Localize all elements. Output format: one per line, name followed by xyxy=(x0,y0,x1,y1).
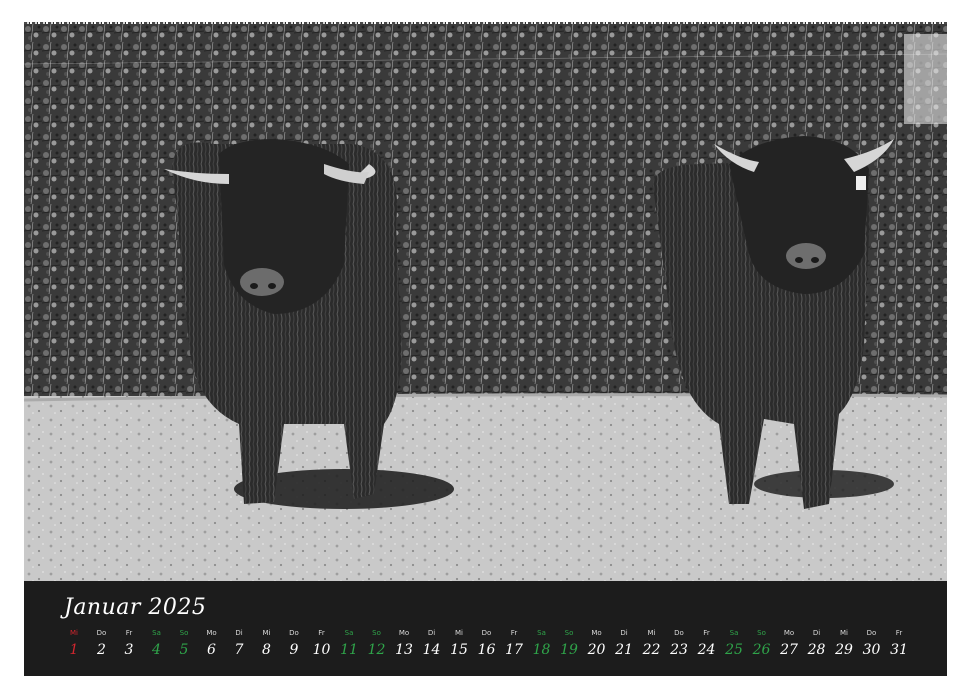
weekday-label: Di xyxy=(235,629,243,637)
weekday-label: Mi xyxy=(455,629,463,637)
day-number: 25 xyxy=(725,642,743,658)
day-cell: Di 14 xyxy=(418,628,446,659)
highland-cattle-photo xyxy=(24,24,947,581)
day-cell: Fr 24 xyxy=(693,628,721,659)
day-number: 18 xyxy=(532,642,551,658)
weekday-label: So xyxy=(372,629,381,637)
month-title: Januar 2025 xyxy=(64,595,207,620)
day-cell: Mi 15 xyxy=(445,628,473,659)
day-cell: So 12 xyxy=(363,628,391,659)
day-cell: Sa 4 xyxy=(143,628,171,659)
weekday-label: Do xyxy=(481,629,492,637)
day-number: 30 xyxy=(862,642,881,658)
day-number: 7 xyxy=(234,642,244,658)
calendar-photo xyxy=(24,24,947,581)
day-cell: So 19 xyxy=(555,628,583,659)
weekday-label: Mi xyxy=(840,629,848,637)
day-cell: Fr 17 xyxy=(500,628,528,659)
day-number: 12 xyxy=(367,642,386,658)
day-number: 27 xyxy=(780,642,798,658)
day-number: 31 xyxy=(890,642,908,658)
weekday-label: Mi xyxy=(647,629,656,637)
day-cell: Do 16 xyxy=(473,628,501,659)
weekday-label: Di xyxy=(812,629,821,637)
day-number: 26 xyxy=(752,642,771,658)
day-number: 15 xyxy=(450,642,468,658)
weekday-label: Do xyxy=(289,629,299,637)
day-number: 23 xyxy=(670,642,688,658)
weekday-label: Sa xyxy=(729,629,739,637)
weekday-label: Do xyxy=(96,629,107,637)
day-number: 19 xyxy=(560,642,578,658)
weekday-label: Mo xyxy=(783,629,795,637)
day-cell: Mo 13 xyxy=(390,628,418,659)
day-cell: Sa 25 xyxy=(720,628,748,659)
weekday-label: So xyxy=(564,629,574,637)
day-cell: Mi 22 xyxy=(638,628,666,659)
day-cell: Do 23 xyxy=(665,628,693,659)
day-cell: So 5 xyxy=(170,628,198,659)
day-number: 17 xyxy=(505,642,523,658)
day-cell: Fr 31 xyxy=(885,628,913,659)
day-cell: So 26 xyxy=(748,628,776,659)
weekday-label: Do xyxy=(674,629,684,637)
day-number: 4 xyxy=(152,642,161,658)
day-number: 1 xyxy=(69,642,79,658)
day-number: 5 xyxy=(179,642,189,658)
day-number: 2 xyxy=(97,642,106,658)
day-cell: Di 7 xyxy=(225,628,253,659)
day-number: 28 xyxy=(807,642,826,658)
day-cell: Do 2 xyxy=(88,628,116,659)
day-number: 3 xyxy=(124,642,134,658)
day-cell: Mo 27 xyxy=(775,628,803,659)
weekday-label: Fr xyxy=(703,629,710,637)
weekday-label: Mo xyxy=(206,629,217,637)
day-cell: Di 21 xyxy=(610,628,638,659)
day-number: 16 xyxy=(477,642,496,658)
weekday-label: Fr xyxy=(125,629,133,637)
day-cell: Sa 11 xyxy=(335,628,363,659)
day-number: 8 xyxy=(262,642,271,658)
day-number: 13 xyxy=(395,642,413,658)
day-number: 14 xyxy=(422,642,441,658)
weekday-label: Sa xyxy=(152,629,161,637)
day-number: 9 xyxy=(289,642,299,658)
day-row: Mi 1 Do 2 Fr 3 Sa 4 So 5 Mo 6 Di 7 Mi 8 Do 9 Fr 10 Sa 11 So 12 M… xyxy=(60,628,920,670)
day-number: 10 xyxy=(312,642,331,658)
day-cell: Di 28 xyxy=(803,628,831,659)
day-cell: Mi 8 xyxy=(253,628,281,659)
weekday-label: Do xyxy=(866,629,877,637)
weekday-label: Fr xyxy=(895,629,903,637)
day-number: 6 xyxy=(207,642,216,658)
weekday-label: Mo xyxy=(398,629,410,637)
day-number: 22 xyxy=(642,642,661,658)
weekday-label: Di xyxy=(427,629,436,637)
day-number: 20 xyxy=(587,642,606,658)
weekday-label: Mi xyxy=(70,629,78,637)
day-number: 29 xyxy=(835,642,853,658)
weekday-label: Fr xyxy=(318,629,325,637)
weekday-label: Mo xyxy=(591,629,602,637)
day-cell: Mo 20 xyxy=(583,628,611,659)
weekday-label: Di xyxy=(620,629,628,637)
day-cell: Do 9 xyxy=(280,628,308,659)
weekday-label: Fr xyxy=(510,629,518,637)
day-cell: Mi 29 xyxy=(830,628,858,659)
weekday-label: Sa xyxy=(344,629,354,637)
day-cell: Mi 1 xyxy=(60,628,88,659)
day-cell: Mo 6 xyxy=(198,628,226,659)
day-cell: Fr 10 xyxy=(308,628,336,659)
calendar-strip: Januar 2025 Mi 1 Do 2 Fr 3 Sa 4 So 5 Mo 6 Di 7 Mi 8 Do 9 F… xyxy=(24,581,947,676)
day-number: 24 xyxy=(697,642,716,658)
day-number: 11 xyxy=(340,642,358,658)
weekday-label: So xyxy=(179,629,189,637)
day-cell: Fr 3 xyxy=(115,628,143,659)
weekday-label: Sa xyxy=(537,629,546,637)
weekday-label: Mi xyxy=(262,629,271,637)
weekday-label: So xyxy=(757,629,766,637)
day-cell: Sa 18 xyxy=(528,628,556,659)
day-number: 21 xyxy=(615,642,633,658)
day-cell: Do 30 xyxy=(858,628,886,659)
